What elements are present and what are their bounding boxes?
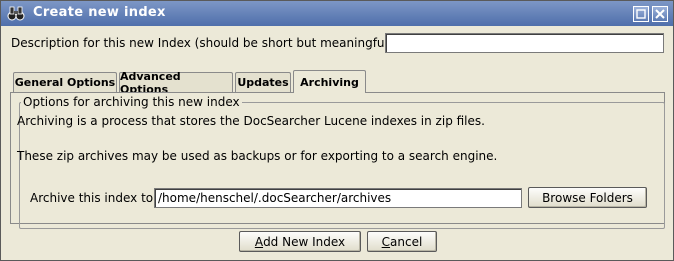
description-input[interactable] <box>385 33 664 53</box>
browse-folders-button[interactable]: Browse Folders <box>528 187 647 208</box>
window-title: Create new index <box>33 5 166 20</box>
cancel-button-mnemonic: C <box>381 234 391 249</box>
add-new-index-button[interactable]: Add New Index <box>239 231 361 252</box>
archiving-group-title: Options for archiving this new index <box>21 95 242 109</box>
create-index-dialog: Create new index Description for this ne… <box>0 0 674 261</box>
maximize-icon <box>636 9 646 19</box>
description-label: Description for this new Index (should b… <box>11 36 397 50</box>
archive-path-input[interactable] <box>154 188 522 208</box>
tab-general-options[interactable]: General Options <box>13 72 117 92</box>
add-button-mnemonic: A <box>254 234 264 249</box>
close-icon <box>655 9 665 19</box>
title-bar[interactable]: Create new index <box>1 1 673 26</box>
archiving-info-line-2: These zip archives may be used as backup… <box>17 149 498 163</box>
tab-advanced-options[interactable]: Advanced Options <box>119 70 233 96</box>
binoculars-icon <box>7 6 25 21</box>
cancel-button-label: ancel <box>390 234 423 249</box>
tab-updates[interactable]: Updates <box>235 72 291 92</box>
archive-path-label: Archive this index to: <box>30 191 158 205</box>
add-button-label: dd New Index <box>263 234 346 249</box>
close-button[interactable] <box>652 6 668 22</box>
archiving-info-line-1: Archiving is a process that stores the D… <box>17 114 485 128</box>
maximize-button[interactable] <box>633 6 649 22</box>
tab-archiving[interactable]: Archiving <box>293 70 366 93</box>
cancel-button[interactable]: Cancel <box>367 231 437 252</box>
